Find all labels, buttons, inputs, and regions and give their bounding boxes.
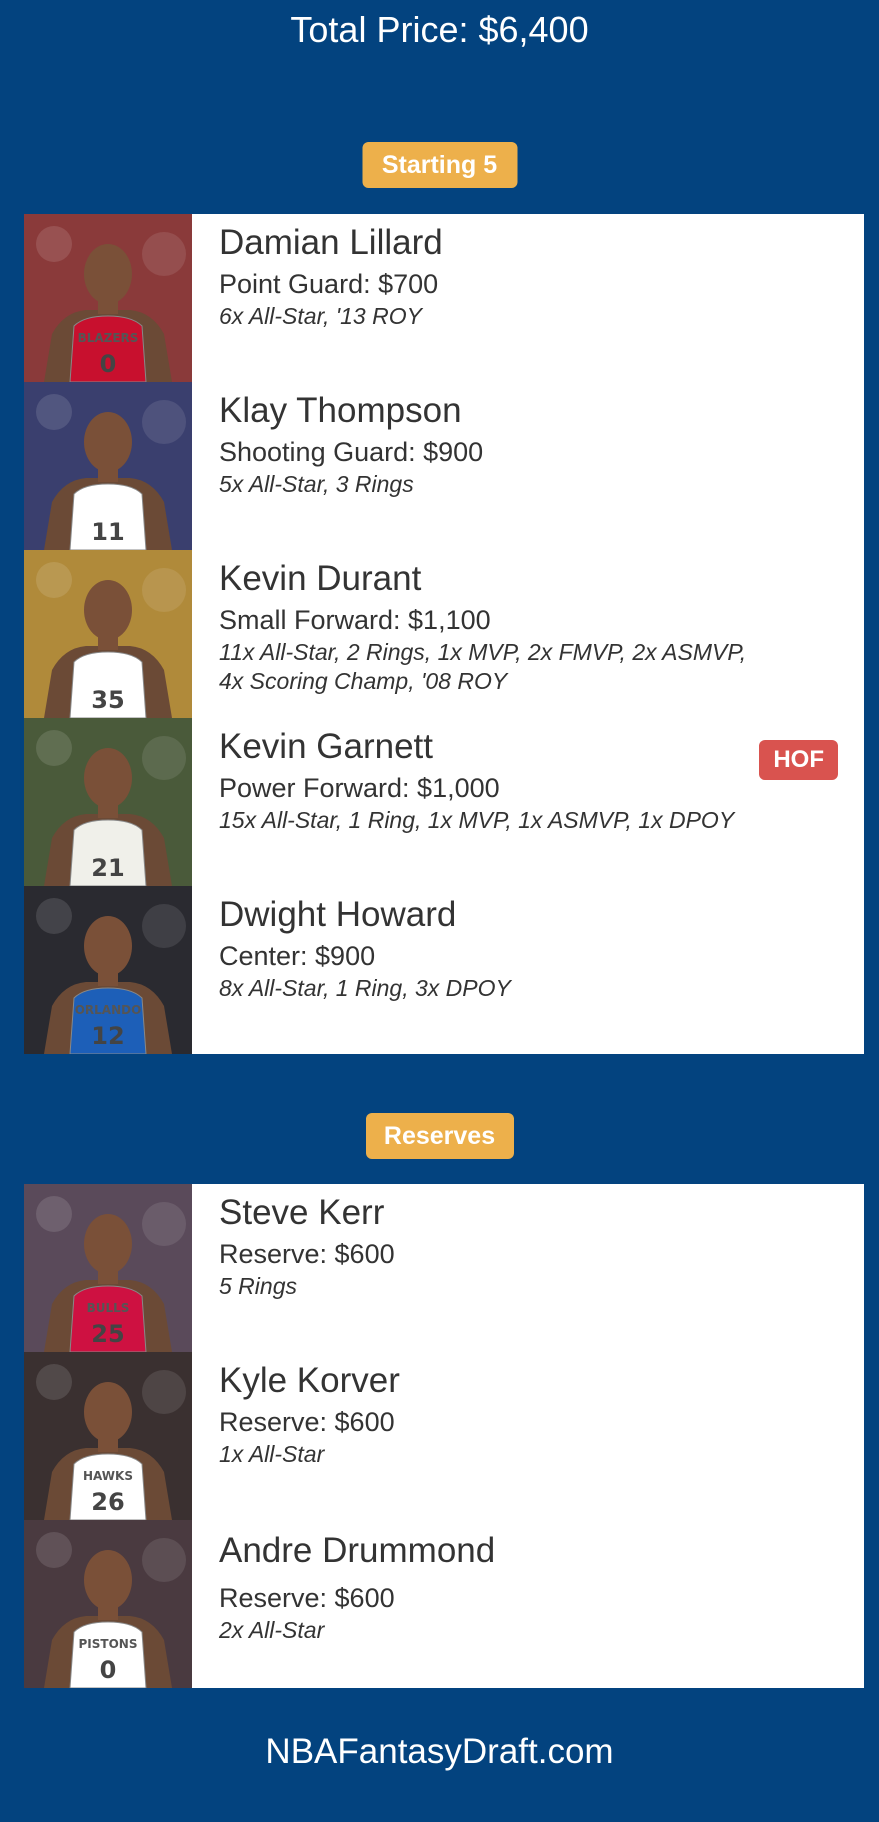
jersey-number: 11 [91, 518, 124, 546]
player-name: Kevin Durant [219, 559, 422, 598]
player-photo: BULLS 25 [24, 1184, 192, 1352]
player-position-price: Small Forward: $1,100 [219, 605, 491, 635]
reserves-list: BULLS 25 Steve Kerr Reserve: $600 5 Rings HAW… [24, 1184, 864, 1688]
jersey-text: HAWKS [83, 1469, 133, 1483]
player-accolades: 5 Rings [219, 1273, 297, 1299]
player-row[interactable]: PISTONS 0 Andre Drummond Reserve: $600 2x Al… [24, 1520, 864, 1688]
player-photo: PISTONS 0 [24, 1520, 192, 1688]
footer-site-name[interactable]: NBAFantasyDraft.com [0, 1728, 879, 1776]
player-row[interactable]: BULLS 25 Steve Kerr Reserve: $600 5 Rings [24, 1184, 864, 1352]
player-position-price: Reserve: $600 [219, 1239, 395, 1269]
player-accolades: 11x All-Star, 2 Rings, 1x MVP, 2x FMVP, … [219, 639, 747, 694]
reserves-badge: Reserves [365, 1113, 514, 1159]
player-accolades: 1x All-Star [219, 1441, 325, 1467]
jersey-text: BULLS [87, 1301, 130, 1315]
player-position-price: Center: $900 [219, 941, 376, 971]
jersey-number: 25 [91, 1320, 124, 1348]
jersey-number: 12 [91, 1022, 124, 1050]
player-name: Steve Kerr [219, 1193, 385, 1232]
player-position-price: Point Guard: $700 [219, 269, 439, 299]
player-row[interactable]: HAWKS 26 Kyle Korver Reserve: $600 1x All-St… [24, 1352, 864, 1520]
player-position-price: Power Forward: $1,000 [219, 773, 500, 803]
jersey-number: 35 [91, 686, 124, 714]
player-position-price: Reserve: $600 [219, 1583, 395, 1613]
jersey-number: 21 [91, 854, 124, 882]
player-accolades: 2x All-Star [219, 1617, 325, 1643]
player-row[interactable]: 11 Klay Thompson Shooting Guard: $900 5x Al… [24, 382, 864, 550]
player-name: Dwight Howard [219, 895, 457, 934]
player-accolades: 15x All-Star, 1 Ring, 1x MVP, 1x ASMVP, … [219, 807, 735, 833]
jersey-text: ORLANDO [75, 1003, 142, 1017]
player-position-price: Shooting Guard: $900 [219, 437, 484, 467]
starters-list: BLAZERS 0 Damian Lillard Point Guard: $700 6… [24, 214, 864, 1054]
player-name: Andre Drummond [219, 1531, 496, 1570]
player-name: Damian Lillard [219, 223, 443, 262]
hof-badge: HOF [759, 740, 838, 780]
player-accolades: 5x All-Star, 3 Rings [219, 471, 414, 497]
player-position-price: Reserve: $600 [219, 1407, 395, 1437]
player-photo: HAWKS 26 [24, 1352, 192, 1520]
starting-five-badge: Starting 5 [362, 142, 517, 188]
player-photo: 35 [24, 550, 192, 718]
jersey-number: 0 [100, 1656, 117, 1684]
total-price: Total Price: $6,400 [290, 9, 589, 50]
player-name: Kevin Garnett [219, 727, 433, 766]
player-photo: 21 [24, 718, 192, 886]
jersey-text: BLAZERS [78, 331, 139, 345]
jersey-number: 26 [91, 1488, 124, 1516]
player-accolades: 8x All-Star, 1 Ring, 3x DPOY [219, 975, 511, 1001]
player-photo: ORLANDO 12 [24, 886, 192, 1054]
player-row[interactable]: 35 Kevin Durant Small Forward: $1,100 11x A… [24, 550, 864, 718]
player-name: Klay Thompson [219, 391, 462, 430]
player-row[interactable]: ORLANDO 12 Dwight Howard Center: $900 8x All… [24, 886, 864, 1054]
player-row[interactable]: BLAZERS 0 Damian Lillard Point Guard: $700 6… [24, 214, 864, 382]
player-row[interactable]: 21 Kevin Garnett Power Forward: $1,000 15x … [24, 718, 864, 886]
player-name: Kyle Korver [219, 1361, 400, 1400]
player-accolades: 6x All-Star, '13 ROY [219, 303, 422, 329]
player-photo: BLAZERS 0 [24, 214, 192, 382]
player-photo: 11 [24, 382, 192, 550]
jersey-text: PISTONS [79, 1637, 138, 1651]
jersey-number: 0 [100, 350, 117, 378]
